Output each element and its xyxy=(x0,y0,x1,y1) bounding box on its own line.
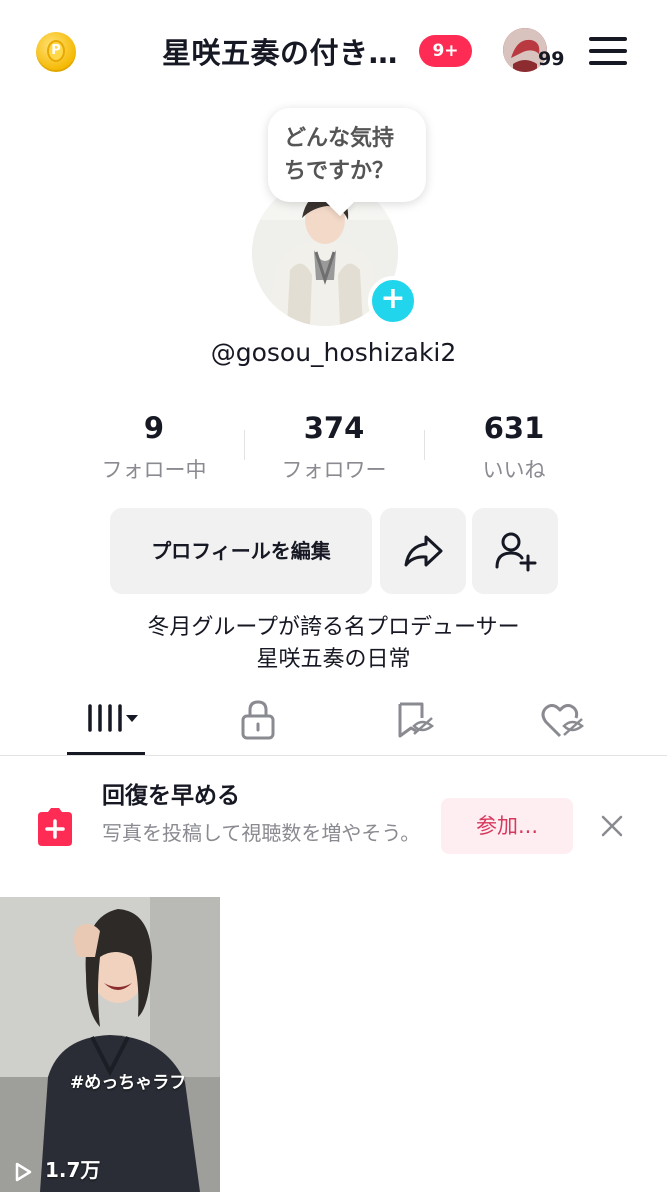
content-tabs xyxy=(0,686,667,756)
active-tab-indicator xyxy=(67,752,145,755)
join-button[interactable]: 参加... xyxy=(441,798,573,854)
notification-badge[interactable]: 9+ xyxy=(419,35,472,67)
video-grid-icon xyxy=(88,704,138,732)
account-switcher-title[interactable]: 星咲五奏の付き… xyxy=(162,30,398,72)
coin-letter: P xyxy=(47,40,65,62)
profile-stats: 9 フォロー中 374 フォロワー 631 いいね xyxy=(64,408,604,488)
username: @gosou_hoshizaki2 xyxy=(210,338,457,367)
stat-followers[interactable]: 374 フォロワー xyxy=(244,408,424,490)
stat-label: いいね xyxy=(482,458,546,482)
hamburger-menu-icon[interactable] xyxy=(589,37,627,65)
tab-videos[interactable] xyxy=(56,686,156,756)
tab-saved[interactable] xyxy=(378,686,478,756)
add-user-icon xyxy=(495,532,537,572)
play-icon xyxy=(15,1162,32,1181)
stat-likes[interactable]: 631 いいね xyxy=(424,408,604,490)
stat-value: 374 xyxy=(303,411,365,445)
bio-line-1: 冬月グループが誇る名プロデューサー xyxy=(147,615,520,640)
avatar-count: 99 xyxy=(538,48,565,70)
stat-label: フォロワー xyxy=(281,458,387,482)
video-hashtag: #めっちゃラフ xyxy=(70,1073,187,1093)
lock-icon xyxy=(241,700,275,740)
add-friend-button[interactable] xyxy=(472,508,558,594)
profile-bio: 冬月グループが誇る名プロデューサー 星咲五奏の日常 xyxy=(0,612,667,676)
add-post-icon xyxy=(38,808,72,846)
stat-value: 9 xyxy=(143,411,165,445)
stat-value: 631 xyxy=(483,411,545,445)
promo-description: 写真を投稿して視聴数を増やそう。 xyxy=(102,821,421,845)
stat-following[interactable]: 9 フォロー中 xyxy=(64,408,244,490)
add-story-button[interactable]: + xyxy=(368,276,418,326)
tab-liked[interactable] xyxy=(534,686,634,756)
share-profile-button[interactable] xyxy=(380,508,466,594)
top-bar: P 星咲五奏の付き… 9+ 99 xyxy=(0,0,667,104)
bio-line-2: 星咲五奏の日常 xyxy=(256,647,411,672)
stat-label: フォロー中 xyxy=(101,458,207,482)
mood-prompt-line-2: ちですか？ xyxy=(284,159,395,184)
video-view-count: 1.7万 xyxy=(14,1154,100,1183)
promo-title: 回復を早める xyxy=(102,783,240,809)
edit-profile-button[interactable]: プロフィールを編集 xyxy=(110,508,372,594)
video-thumbnail[interactable] xyxy=(0,897,220,1192)
heart-hidden-icon xyxy=(541,703,585,738)
tab-private[interactable] xyxy=(222,686,322,756)
promo-banner: 回復を早める 写真を投稿して視聴数を増やそう。 参加... xyxy=(0,758,667,888)
coin-icon[interactable]: P xyxy=(36,32,76,72)
close-icon[interactable] xyxy=(599,813,625,839)
bookmark-hidden-icon xyxy=(398,702,435,738)
mood-prompt-line-1: どんな気持 xyxy=(284,126,395,151)
mood-prompt-bubble[interactable]: どんな気持 ちですか？ xyxy=(268,108,426,202)
view-count-text: 1.7万 xyxy=(44,1158,101,1182)
share-arrow-icon xyxy=(404,535,443,567)
